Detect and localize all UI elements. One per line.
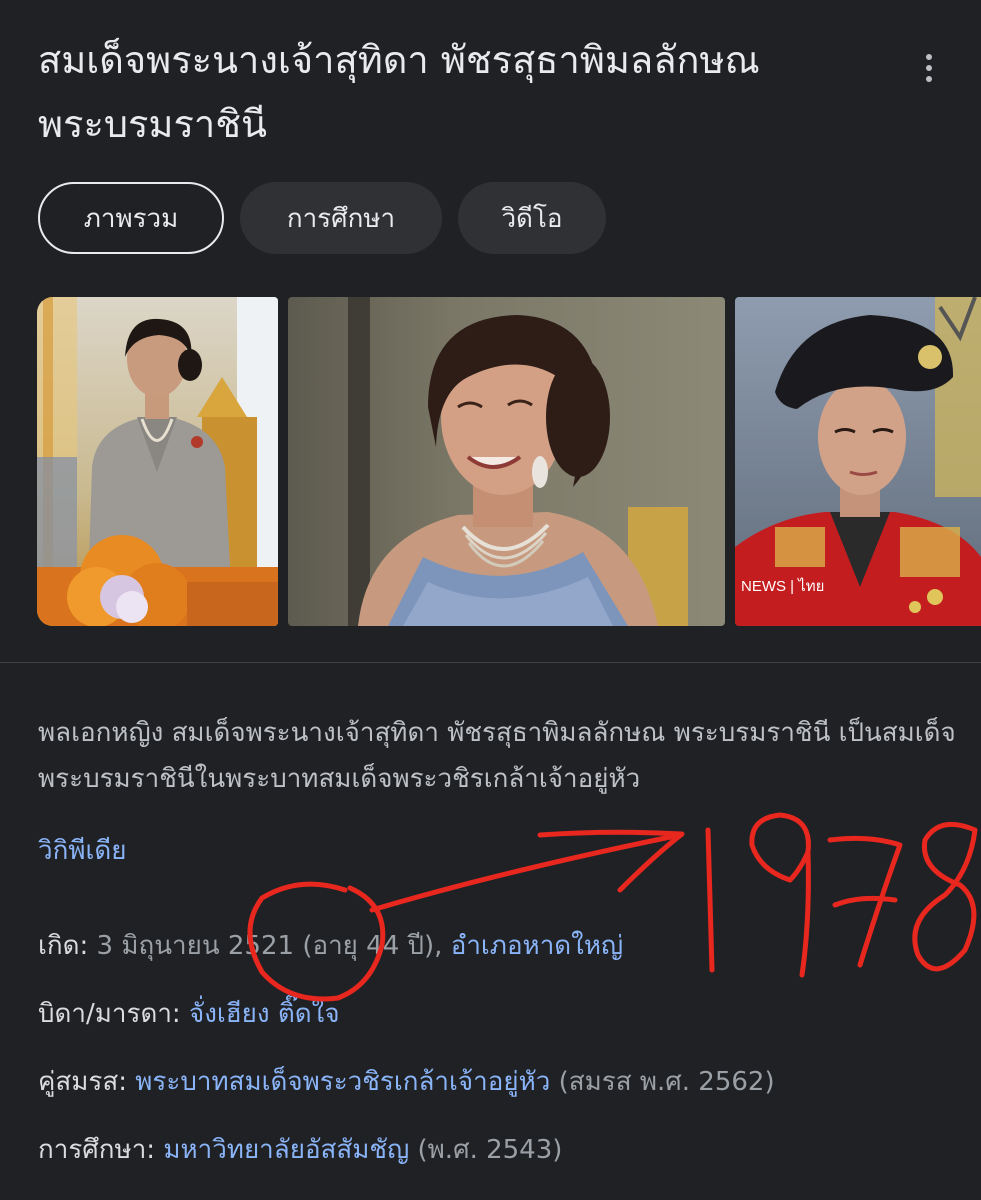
more-vert-icon (926, 54, 932, 60)
fact-spouse-link[interactable]: พระบาทสมเด็จพระวชิรเกล้าเจ้าอยู่หัว (135, 1067, 550, 1097)
more-options-button[interactable] (915, 48, 943, 88)
fact-born-label: เกิด: (38, 931, 89, 961)
news-watermark: NEWS | ไทย (741, 578, 825, 595)
fact-parents-label: บิดา/มารดา: (38, 999, 181, 1029)
tab-education[interactable]: การศึกษา (240, 182, 442, 254)
wikipedia-link[interactable]: วิกิพีเดีย (38, 828, 127, 874)
fact-parents: บิดา/มารดา: จั่งเฮียง ติ๊ดใจ (38, 994, 958, 1034)
tab-bar: ภาพรวม การศึกษา วิดีโอ (38, 182, 606, 254)
fact-education-link[interactable]: มหาวิทยาลัยอัสสัมชัญ (163, 1135, 409, 1165)
annotation-arrow-head (537, 829, 685, 893)
more-vert-icon-dot (926, 76, 932, 82)
portrait-image-2[interactable] (288, 297, 725, 626)
fact-spouse-label: คู่สมรส: (38, 1067, 127, 1097)
page-title: สมเด็จพระนางเจ้าสุทิดา พัชรสุธาพิมลลักษณ… (38, 38, 760, 146)
fact-education: การศึกษา: มหาวิทยาลัยอัสสัมชัญ (พ.ศ. 254… (38, 1130, 958, 1170)
portrait-image-1[interactable] (37, 297, 278, 626)
tab-overview[interactable]: ภาพรวม (38, 182, 224, 254)
knowledge-panel: สมเด็จพระนางเจ้าสุทิดา พัชรสุธาพิมลลักษณ… (0, 0, 981, 1200)
annotation-arrow-line (369, 832, 683, 913)
fact-education-label: การศึกษา: (38, 1135, 156, 1165)
annotation-text: 1978 (0, 0, 3, 1)
fact-parents-link[interactable]: จั่งเฮียง ติ๊ดใจ (189, 999, 340, 1029)
fact-born-place-link[interactable]: อำเภอหาดใหญ่ (451, 931, 623, 961)
tab-videos[interactable]: วิดีโอ (458, 182, 606, 254)
fact-born: เกิด: 3 มิถุนายน 2521 (อายุ 44 ปี), อำเภ… (38, 926, 958, 966)
portrait-image-3[interactable]: NEWS | ไทย (735, 297, 981, 626)
fact-spouse-value: (สมรส พ.ศ. 2562) (558, 1067, 775, 1097)
image-carousel: NEWS | ไทย (37, 297, 981, 626)
fact-born-value: 3 มิถุนายน 2521 (อายุ 44 ปี), (96, 931, 443, 961)
description-text: พลเอกหญิง สมเด็จพระนางเจ้าสุทิดา พัชรสุธ… (38, 718, 956, 794)
more-vert-icon-dot (926, 65, 932, 71)
fact-spouse: คู่สมรส: พระบาทสมเด็จพระวชิรเกล้าเจ้าอยู… (38, 1062, 958, 1102)
fact-education-value: (พ.ศ. 2543) (417, 1135, 563, 1165)
section-divider (0, 662, 981, 663)
